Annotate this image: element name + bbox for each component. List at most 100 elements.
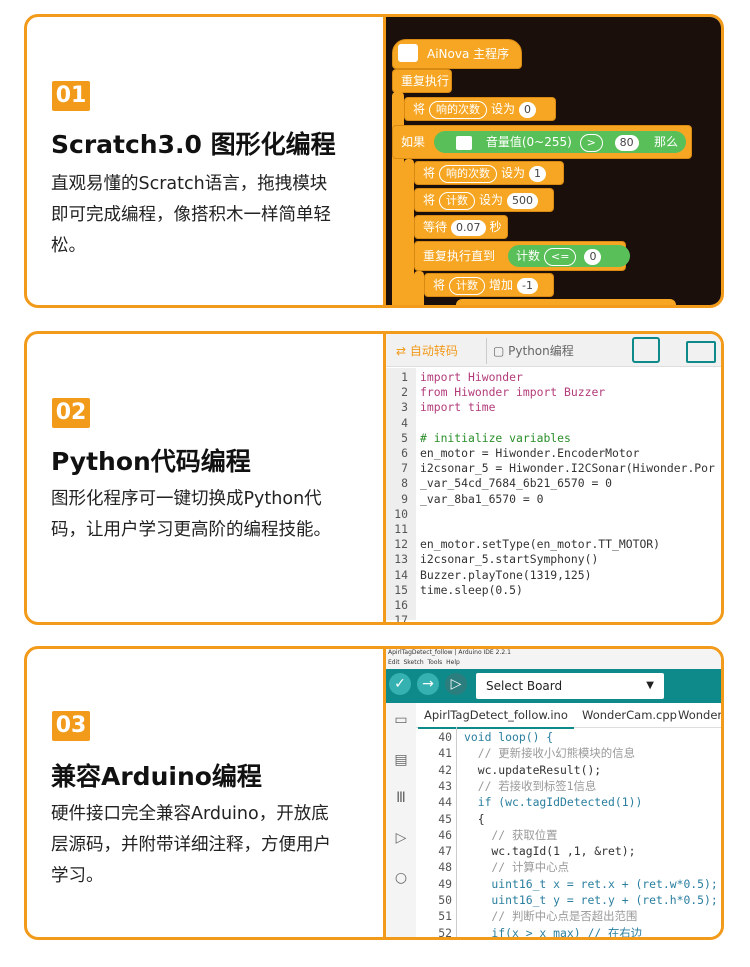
code-line: 16: [386, 598, 721, 613]
board-selector[interactable]: Select Board ▼: [476, 673, 664, 699]
value-input[interactable]: -1: [517, 278, 538, 294]
feature-description: 图形化程序可一键切换成Python代码，让用户学习更高阶的编程技能。: [51, 489, 331, 540]
code-text: {: [464, 811, 485, 826]
repeat-var: 计数: [516, 249, 541, 263]
code-line: 14 Buzzer.playTone(1319,125): [386, 567, 721, 583]
set-op: 设为: [491, 102, 516, 116]
variable-dropdown[interactable]: 响的次数: [439, 165, 498, 183]
feature-card-python: 02 Python代码编程 图形化程序可一键切换成Python代码，让用户学习更…: [24, 331, 724, 625]
change-variable-block[interactable]: 将计数 增加 -1: [424, 273, 554, 297]
verify-icon[interactable]: ✓: [389, 673, 411, 695]
condition-block[interactable]: 音量值(0~255) > 80: [434, 131, 686, 153]
value-input[interactable]: 500: [507, 193, 539, 209]
feature-title: Scratch3.0 图形化编程: [51, 130, 336, 159]
code-line: 51 // 判断中心点是否超出范围: [416, 908, 721, 924]
feature-description: 硬件接口完全兼容Arduino，开放底层源码，并附带详细注释，方便用户学习。: [51, 804, 331, 886]
forever-label: 重复执行: [401, 74, 450, 88]
if-label: 如果: [401, 135, 426, 149]
code-line: 47 wc.tagId(1 ,1, &ret);: [416, 843, 721, 859]
code-text: _var_54cd_7684_6b21_6570 = 0: [420, 476, 613, 491]
menu-tools[interactable]: Tools: [428, 659, 443, 666]
code-text: wc.tagId(1 ,1, &ret);: [464, 844, 636, 859]
code-line: 12 en_motor.setType(en_motor.TT_MOTOR): [386, 537, 721, 552]
partial-block: [456, 299, 676, 305]
change-op: 增加: [489, 278, 514, 292]
line-number: 47: [438, 844, 452, 859]
line-number: 13: [394, 552, 408, 567]
line-number: 14: [394, 567, 408, 582]
code-text: // 更新接收小幻熊模块的信息: [464, 746, 635, 761]
debug-sidebar-icon[interactable]: ▷: [392, 829, 410, 847]
tab-auto-transcode[interactable]: ⇄ 自动转码: [390, 338, 486, 364]
menu-edit[interactable]: Edit: [388, 659, 400, 666]
tab-wondercam-cpp[interactable]: WonderCam.cpp: [576, 703, 683, 727]
threshold-input[interactable]: 80: [614, 135, 639, 151]
left-sidebar: ▭ ▤ Ⅲ ▷ ○: [386, 703, 416, 937]
menu-help[interactable]: Help: [446, 659, 460, 666]
variable-dropdown[interactable]: 计数: [439, 192, 476, 210]
folder-icon[interactable]: [686, 341, 716, 363]
library-icon[interactable]: Ⅲ: [392, 789, 410, 807]
arduino-ide-screenshot: ApirlTagDetect_follow | Arduino IDE 2.2.…: [383, 649, 721, 937]
code-line: 44 if (wc.tagIdDetected(1)): [416, 794, 721, 810]
feature-card-arduino: 03 兼容Arduino编程 硬件接口完全兼容Arduino，开放底层源码，并附…: [24, 646, 724, 940]
code-text: i2csonar_5 = Hiwonder.I2CSonar(Hiwonder.…: [420, 461, 715, 476]
tab-python[interactable]: ▢ Python编程: [486, 338, 599, 364]
line-number: 4: [401, 415, 408, 430]
value-input[interactable]: 0: [519, 102, 537, 118]
feature-card-scratch: 01 Scratch3.0 图形化编程 直观易懂的Scratch语言，拖拽模块即…: [24, 14, 724, 308]
set-variable-block[interactable]: 将响的次数 设为 0: [404, 97, 556, 121]
repeat-arm: [414, 271, 424, 305]
wait-unit: 秒: [489, 220, 502, 234]
code-text: en_motor = Hiwonder.EncoderMotor: [420, 446, 640, 460]
wait-block[interactable]: 等待 0.07 秒: [414, 215, 508, 239]
upload-icon[interactable]: →: [417, 673, 439, 695]
value-input[interactable]: 1: [529, 166, 547, 182]
code-line: 1 import Hiwonder: [386, 370, 721, 385]
repeat-operator-dropdown[interactable]: <=: [544, 248, 577, 266]
set-label: 将: [423, 193, 436, 207]
menu-sketch[interactable]: Sketch: [403, 659, 423, 666]
code-line: 3 import time: [386, 400, 721, 415]
feature-number: 02: [52, 398, 90, 428]
code-text: import Hiwonder: [420, 370, 523, 384]
code-area[interactable]: 40 void loop() {41 // 更新接收小幻熊模块的信息 42 wc.u…: [416, 727, 721, 937]
code-line: 13 i2csonar_5.startSymphony(): [386, 552, 721, 567]
set-variable-block[interactable]: 将计数 设为 500: [414, 188, 554, 212]
tab-wondercam-h[interactable]: WonderCam.h: [672, 703, 721, 727]
code-text: en_motor.setType(en_motor.TT_MOTOR): [420, 537, 661, 552]
hat-block-label: AiNova 主程序: [427, 47, 510, 61]
tab-main-sketch[interactable]: ApirlTagDetect_follow.ino: [418, 703, 574, 729]
feature-title: Python代码编程: [51, 447, 251, 476]
code-text: uint16_t x = ret.x + (ret.w*0.5);: [464, 876, 718, 891]
debug-icon[interactable]: ▷: [445, 673, 467, 695]
forever-block[interactable]: 重复执行: [392, 69, 452, 93]
code-line: 43 // 若接收到标签1信息: [416, 778, 721, 794]
code-text: i2csonar_5.startSymphony(): [420, 552, 599, 567]
code-area[interactable]: 1 import Hiwonder 2 from Hiwonder import Bu…: [386, 368, 721, 622]
operator-dropdown[interactable]: >: [579, 134, 603, 152]
folder-icon[interactable]: ▭: [392, 711, 410, 729]
code-line: 46 // 获取位置: [416, 827, 721, 843]
line-number: 12: [394, 537, 408, 552]
variable-dropdown[interactable]: 响的次数: [429, 101, 488, 119]
boards-icon[interactable]: ▤: [392, 751, 410, 769]
code-text: # initialize variables: [420, 430, 571, 445]
repeat-condition[interactable]: 计数 <= 0: [508, 245, 630, 267]
code-line: 9 _var_8ba1_6570 = 0: [386, 491, 721, 507]
wait-input[interactable]: 0.07: [451, 220, 486, 236]
code-line: 8 _var_54cd_7684_6b21_6570 = 0: [386, 476, 721, 491]
line-number: 46: [438, 827, 452, 842]
repeat-value-input[interactable]: 0: [584, 249, 602, 265]
line-number: 50: [438, 893, 452, 907]
code-text: _var_8ba1_6570 = 0: [420, 491, 544, 506]
search-icon[interactable]: ○: [392, 869, 410, 887]
set-variable-block[interactable]: 将响的次数 设为 1: [414, 161, 564, 185]
line-number: 45: [438, 811, 452, 826]
line-number: 7: [401, 461, 408, 476]
robot-icon: [398, 44, 418, 62]
save-icon[interactable]: [632, 337, 660, 363]
board-label: Select Board: [486, 679, 563, 693]
code-line: 7 i2csonar_5 = Hiwonder.I2CSonar(Hiwonder…: [386, 461, 721, 476]
variable-dropdown[interactable]: 计数: [449, 277, 486, 295]
